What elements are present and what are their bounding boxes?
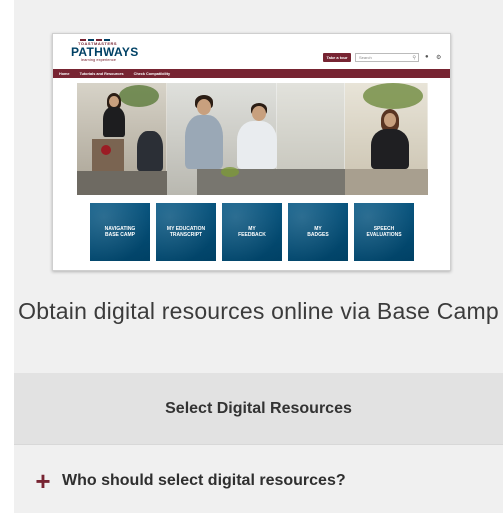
tile-navigating-base-camp: NAVIGATING BASE CAMP	[90, 203, 150, 261]
basecamp-preview-image: TOASTMASTERS PATHWAYS learning experienc…	[52, 33, 451, 271]
feature-tiles: NAVIGATING BASE CAMP MY EDUCATION TRANSC…	[90, 203, 414, 261]
nav-item-home: Home	[59, 71, 70, 76]
nav-item-compatibility: Check Compatibility	[133, 71, 171, 76]
search-icon: ⚲	[412, 54, 416, 61]
tile-my-badges: MY BADGES	[288, 203, 348, 261]
tile-my-education-transcript: MY EDUCATION TRANSCRIPT	[156, 203, 216, 261]
search-placeholder: Search	[359, 55, 372, 60]
user-icon: ●	[425, 54, 429, 60]
tile-speech-evaluations: SPEECH EVALUATIONS	[354, 203, 414, 261]
select-digital-resources-button[interactable]: Select Digital Resources	[14, 373, 503, 444]
tile-my-feedback: MY FEEDBACK	[222, 203, 282, 261]
preview-header: TOASTMASTERS PATHWAYS learning experienc…	[53, 34, 450, 68]
card-title: Obtain digital resources online via Base…	[18, 298, 499, 324]
nav-item-tutorials: Tutorials and Resources	[79, 71, 124, 76]
gear-icon: ⚙	[436, 55, 442, 61]
plus-icon[interactable]: +	[34, 468, 52, 494]
hero-photo-collage	[77, 83, 428, 195]
preview-nav-bar: Home Tutorials and Resources Check Compa…	[53, 69, 450, 78]
preview-search-input: Search ⚲	[355, 53, 419, 62]
take-tour-button: Take a tour	[323, 53, 351, 62]
pathways-logo: TOASTMASTERS PATHWAYS learning experienc…	[71, 39, 139, 62]
accordion-header[interactable]: + Who should select digital resources?	[34, 468, 346, 494]
accordion-label[interactable]: Who should select digital resources?	[62, 472, 346, 490]
faq-accordion: + Who should select digital resources?	[14, 444, 503, 513]
